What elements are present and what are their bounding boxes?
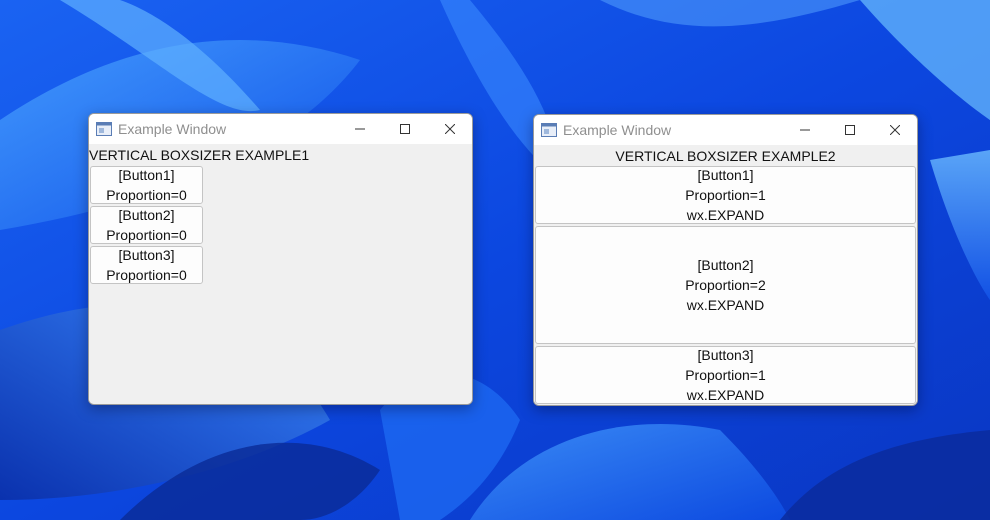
button-1-flag: wx.EXPAND: [686, 207, 765, 223]
close-icon: [444, 124, 455, 134]
button-1-name: [Button1]: [118, 167, 175, 183]
maximize-icon: [399, 124, 410, 134]
maximize-button[interactable]: [382, 114, 427, 144]
button-1[interactable]: [Button1] Proportion=1 wx.EXPAND: [535, 166, 916, 224]
maximize-button[interactable]: [827, 115, 872, 145]
button-3[interactable]: [Button3] Proportion=1 wx.EXPAND: [535, 346, 916, 404]
button-3-proportion: Proportion=0: [106, 267, 187, 283]
window-title: Example Window: [118, 121, 227, 137]
window-client-area: VERTICAL BOXSIZER EXAMPLE1 [Button1] Pro…: [89, 144, 472, 404]
button-1-proportion: Proportion=0: [106, 187, 187, 203]
sizer-heading: VERTICAL BOXSIZER EXAMPLE1: [89, 147, 310, 163]
button-3[interactable]: [Button3] Proportion=0: [90, 246, 203, 284]
close-button[interactable]: [872, 115, 917, 145]
button-3-proportion: Proportion=1: [685, 367, 766, 383]
button-3-flag: wx.EXPAND: [686, 387, 765, 403]
window-title: Example Window: [563, 122, 672, 138]
window-app-icon: [96, 121, 112, 137]
example-window-1[interactable]: Example Window VERTICAL BOXSIZER EXAMPLE…: [88, 113, 473, 405]
button-1-proportion: Proportion=1: [685, 187, 766, 203]
button-2-flag: wx.EXPAND: [686, 297, 765, 313]
close-button[interactable]: [427, 114, 472, 144]
button-2[interactable]: [Button2] Proportion=2 wx.EXPAND: [535, 226, 916, 344]
button-2-proportion: Proportion=2: [685, 277, 766, 293]
minimize-button[interactable]: [337, 114, 382, 144]
button-1-name: [Button1]: [697, 167, 754, 183]
button-2[interactable]: [Button2] Proportion=0: [90, 206, 203, 244]
button-2-name: [Button2]: [697, 257, 754, 273]
minimize-icon: [354, 128, 365, 130]
window-titlebar[interactable]: Example Window: [89, 114, 472, 144]
sizer-heading: VERTICAL BOXSIZER EXAMPLE2: [615, 148, 836, 164]
window-titlebar[interactable]: Example Window: [534, 115, 917, 145]
maximize-icon: [844, 125, 855, 135]
window-app-icon: [541, 122, 557, 138]
button-2-name: [Button2]: [118, 207, 175, 223]
button-3-name: [Button3]: [118, 247, 175, 263]
button-1[interactable]: [Button1] Proportion=0: [90, 166, 203, 204]
minimize-icon: [799, 129, 810, 131]
minimize-button[interactable]: [782, 115, 827, 145]
button-3-name: [Button3]: [697, 347, 754, 363]
button-2-proportion: Proportion=0: [106, 227, 187, 243]
example-window-2[interactable]: Example Window VERTICAL BOXSIZER EXAMPLE…: [533, 114, 918, 406]
close-icon: [889, 125, 900, 135]
window-client-area: VERTICAL BOXSIZER EXAMPLE2 [Button1] Pro…: [534, 145, 917, 405]
